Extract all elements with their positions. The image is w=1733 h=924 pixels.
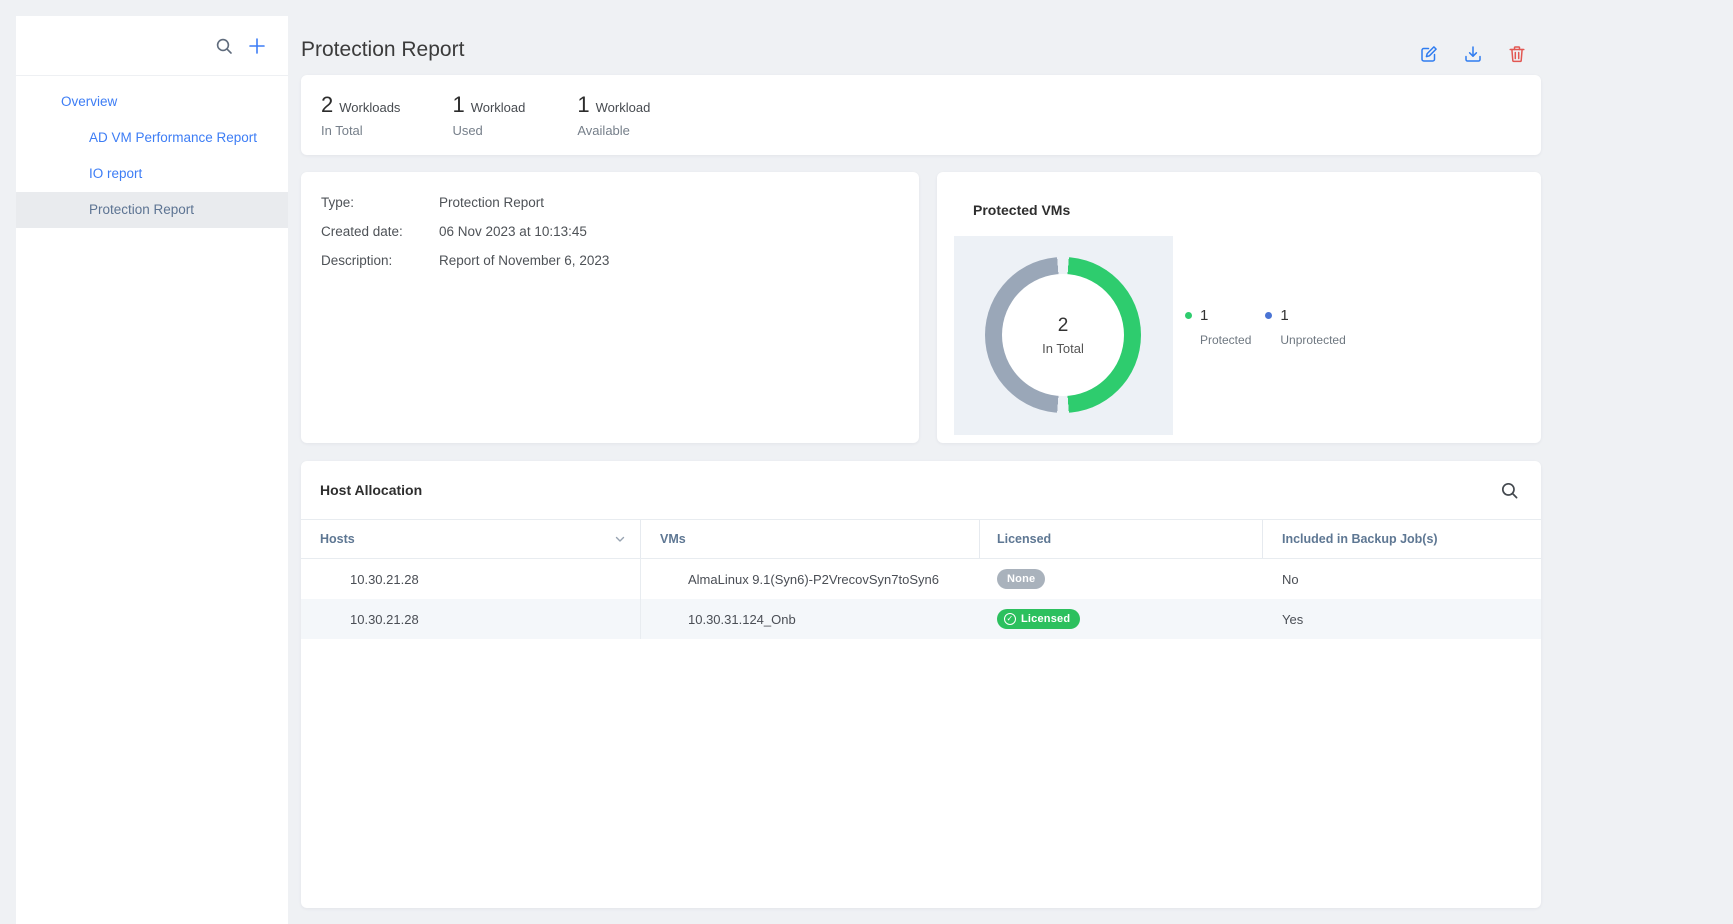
cell-vm: 10.30.31.124_Onb <box>641 599 980 639</box>
stat-total-caption: In Total <box>321 123 400 138</box>
sidebar-item-ad-vm-performance-report[interactable]: AD VM Performance Report <box>16 120 288 156</box>
legend-unprotected-value: 1 <box>1280 307 1288 324</box>
stat-used-unit: Workload <box>471 100 526 115</box>
chevron-down-icon[interactable] <box>614 533 626 545</box>
detail-value: Report of November 6, 2023 <box>439 252 609 270</box>
protected-vms-title: Protected VMs <box>973 202 1070 218</box>
sidebar-item-io-report[interactable]: IO report <box>16 156 288 192</box>
protected-dot-icon <box>1185 312 1192 319</box>
cell-host: 10.30.21.28 <box>301 559 641 599</box>
table-row[interactable]: 10.30.21.28 AlmaLinux 9.1(Syn6)-P2Vrecov… <box>301 559 1541 599</box>
column-header-label: VMs <box>660 532 686 546</box>
detail-label: Type: <box>321 194 439 212</box>
donut-center-label: In Total <box>1042 341 1084 356</box>
legend-item-unprotected: 1 Unprotected <box>1265 307 1345 347</box>
table-header-row: Hosts VMs Licensed Included in Backup Jo… <box>301 519 1541 559</box>
cell-included-in-backup: Yes <box>1263 599 1541 639</box>
workload-stats-card: 2 Workloads In Total 1 Workload Used 1 W… <box>301 75 1541 155</box>
detail-row-created-date: Created date: 06 Nov 2023 at 10:13:45 <box>321 223 899 241</box>
detail-row-type: Type: Protection Report <box>321 194 899 212</box>
cell-host: 10.30.21.28 <box>301 599 641 639</box>
cell-licensed: None <box>980 559 1263 599</box>
license-status-badge: None <box>997 569 1045 589</box>
table-row[interactable]: 10.30.21.28 10.30.31.124_Onb ✓ Licensed … <box>301 599 1541 639</box>
host-allocation-title: Host Allocation <box>320 482 422 498</box>
detail-value: 06 Nov 2023 at 10:13:45 <box>439 223 587 241</box>
stat-used-value: 1 <box>452 92 464 118</box>
chart-legend: 1 Protected 1 Unprotected <box>1185 307 1346 347</box>
stat-total-value: 2 <box>321 92 333 118</box>
unprotected-dot-icon <box>1265 312 1272 319</box>
sidebar-item-overview[interactable]: Overview <box>16 84 288 120</box>
stat-available: 1 Workload Available <box>577 92 650 138</box>
check-circle-icon: ✓ <box>1004 613 1016 625</box>
column-header-included-in-backup-jobs: Included in Backup Job(s) <box>1263 520 1541 558</box>
detail-label: Created date: <box>321 223 439 241</box>
cell-included-in-backup: No <box>1263 559 1541 599</box>
report-nav: Overview AD VM Performance Report IO rep… <box>16 76 288 228</box>
column-header-label: Licensed <box>997 532 1051 546</box>
detail-value: Protection Report <box>439 194 544 212</box>
column-header-vms: VMs <box>641 520 980 558</box>
stat-available-caption: Available <box>577 123 650 138</box>
host-allocation-card: Host Allocation Hosts VMs Licensed Inclu… <box>301 461 1541 908</box>
add-report-icon[interactable] <box>248 37 266 55</box>
stat-total-unit: Workloads <box>339 100 400 115</box>
protected-vms-card: Protected VMs 2 In Total 1 Protected 1 U… <box>937 172 1541 443</box>
stat-available-unit: Workload <box>596 100 651 115</box>
legend-unprotected-label: Unprotected <box>1280 333 1345 347</box>
detail-row-description: Description: Report of November 6, 2023 <box>321 252 899 270</box>
search-icon[interactable] <box>215 37 233 55</box>
donut-chart: 2 In Total <box>985 257 1141 413</box>
table-search-icon[interactable] <box>1500 481 1519 500</box>
detail-label: Description: <box>321 252 439 270</box>
license-status-badge: ✓ Licensed <box>997 609 1080 629</box>
column-header-licensed: Licensed <box>980 520 1263 558</box>
edit-report-icon[interactable] <box>1419 44 1439 64</box>
column-header-hosts[interactable]: Hosts <box>301 520 641 558</box>
legend-protected-label: Protected <box>1200 333 1251 347</box>
donut-center: 2 In Total <box>1002 274 1124 396</box>
report-details-card: Type: Protection Report Created date: 06… <box>301 172 919 443</box>
stat-used-caption: Used <box>452 123 525 138</box>
sidebar-item-protection-report[interactable]: Protection Report <box>16 192 288 228</box>
stat-total: 2 Workloads In Total <box>321 92 400 138</box>
cell-vm: AlmaLinux 9.1(Syn6)-P2VrecovSyn7toSyn6 <box>641 559 980 599</box>
stat-used: 1 Workload Used <box>452 92 525 138</box>
legend-item-protected: 1 Protected <box>1185 307 1251 347</box>
delete-report-icon[interactable] <box>1507 44 1527 64</box>
protected-vms-chart-panel: 2 In Total <box>954 236 1173 435</box>
legend-protected-value: 1 <box>1200 307 1208 324</box>
download-report-icon[interactable] <box>1463 44 1483 64</box>
page-actions <box>1419 44 1527 64</box>
column-header-label: Included in Backup Job(s) <box>1282 532 1438 546</box>
donut-center-value: 2 <box>1058 315 1069 337</box>
sidebar-header <box>16 16 288 76</box>
sidebar: Overview AD VM Performance Report IO rep… <box>16 16 288 924</box>
stat-available-value: 1 <box>577 92 589 118</box>
page-title: Protection Report <box>301 38 464 62</box>
cell-licensed: ✓ Licensed <box>980 599 1263 639</box>
column-header-label: Hosts <box>320 532 355 546</box>
host-allocation-header: Host Allocation <box>301 461 1541 519</box>
